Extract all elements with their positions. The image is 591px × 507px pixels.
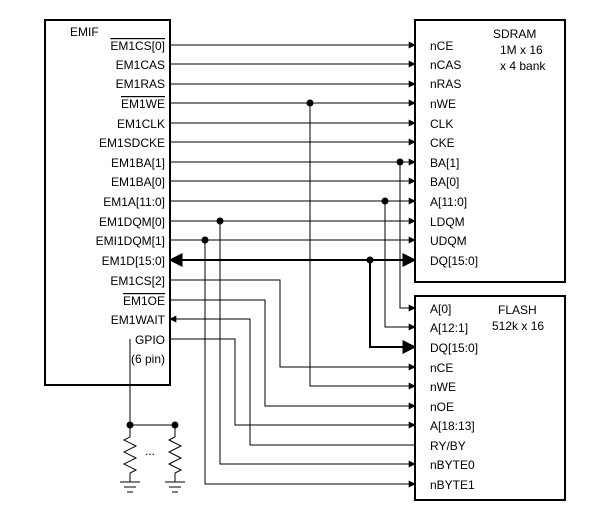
flash-pin-9: nBYTE1 (430, 478, 475, 492)
sdram-title: SDRAM (493, 27, 536, 41)
sdram-pin-10: UDQM (430, 234, 467, 248)
emif-pin-13: EM1OE (123, 294, 165, 308)
sdram-pin-0: nCE (430, 39, 453, 53)
sdram-pin-7: BA[0] (430, 175, 459, 189)
emif-pin-2: EM1RAS (116, 77, 165, 91)
emif-pin-12: EM1CS[2] (110, 274, 165, 288)
flash-pin-6: A[18:13] (430, 419, 475, 433)
flash-sub1: 512k x 16 (492, 319, 544, 333)
ellipsis: ... (145, 444, 155, 458)
sdram-pin-4: CLK (430, 117, 453, 131)
flash-pin-0: A[0] (430, 302, 451, 316)
sdram-sub1: 1M x 16 (500, 43, 543, 57)
emif-pin-7: EM1BA[0] (111, 175, 165, 189)
flash-pin-7: RY/BY (430, 439, 466, 453)
emif-pin-15: GPIO (135, 333, 165, 347)
emif-pin-9: EM1DQM[0] (99, 215, 165, 229)
sdram-pin-5: CKE (430, 136, 455, 150)
flash-pin-1: A[12:1] (430, 321, 468, 335)
sdram-pin-1: nCAS (430, 58, 461, 72)
emif-pin-14: EM1WAIT (111, 313, 166, 327)
emif-title: EMIF (70, 25, 99, 39)
flash-pin-5: nOE (430, 400, 454, 414)
sdram-pin-11: DQ[15:0] (430, 254, 478, 268)
emif-pin-11: EM1D[15:0] (102, 254, 165, 268)
emif-pin-0: EM1CS[0] (110, 39, 165, 53)
emif-pin-3: EM1WE (121, 97, 165, 111)
flash-pin-2: DQ[15:0] (430, 341, 478, 355)
emif-pin-16: (6 pin) (131, 352, 165, 366)
flash-pins: A[0] A[12:1] DQ[15:0] nCE nWE nOE A[18:1… (430, 302, 478, 492)
sdram-pin-8: A[11:0] (430, 195, 467, 209)
emif-pins: EM1CS[0] EM1CAS EM1RAS EM1WE EM1CLK EM1S… (96, 39, 166, 366)
emif-pin-10: EMI1DQM[1] (96, 234, 165, 248)
flash-pin-3: nCE (430, 361, 453, 375)
sdram-pin-9: LDQM (430, 215, 465, 229)
sdram-pin-2: nRAS (430, 77, 461, 91)
diagram-svg: EMIF SDRAM 1M x 16 x 4 bank FLASH 512k x… (0, 0, 591, 507)
flash-pin-8: nBYTE0 (430, 458, 475, 472)
sdram-pin-3: nWE (430, 97, 456, 111)
emif-pin-1: EM1CAS (116, 58, 165, 72)
flash-title: FLASH (498, 303, 537, 317)
sdram-pins: nCE nCAS nRAS nWE CLK CKE BA[1] BA[0] A[… (430, 39, 478, 268)
emif-pin-5: EM1SDCKE (99, 136, 165, 150)
flash-pin-4: nWE (430, 380, 456, 394)
sdram-pin-6: BA[1] (430, 156, 459, 170)
wires (170, 45, 415, 484)
sdram-sub2: x 4 bank (500, 59, 546, 73)
emif-pin-4: EM1CLK (117, 117, 165, 131)
emif-pin-6: EM1BA[1] (111, 156, 165, 170)
emif-pin-8: EM1A[11:0] (103, 195, 165, 209)
